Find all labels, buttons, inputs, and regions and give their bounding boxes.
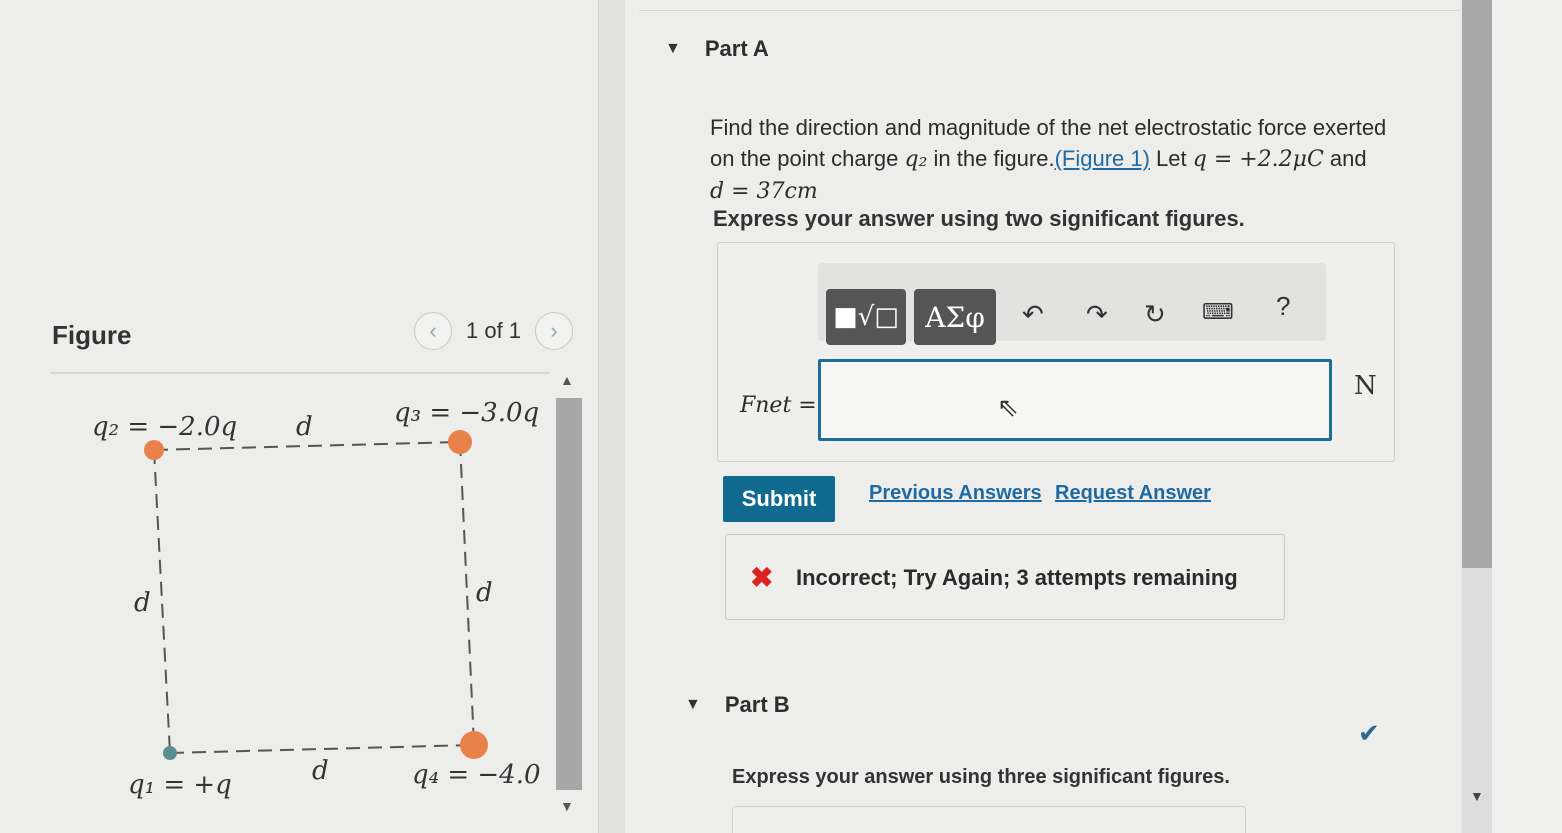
figure-scrollbar[interactable]: ▲ ▼	[556, 372, 582, 822]
question-panel: ▼ Part A Find the direction and magnitud…	[625, 0, 1460, 833]
left-side	[153, 449, 171, 754]
scroll-down-icon[interactable]: ▼	[560, 798, 574, 814]
label-d-top: d	[296, 412, 313, 442]
question-part-2: in the figure.	[927, 146, 1055, 171]
d-value: d = 37cm	[710, 179, 818, 204]
page: Figure ‹ 1 of 1 › q₂ = −2.0q d q₃ = −3.0…	[0, 0, 1562, 833]
previous-answers-link[interactable]: Previous Answers	[869, 482, 1042, 505]
scroll-up-icon[interactable]: ▲	[560, 372, 574, 388]
figure-panel: Figure ‹ 1 of 1 › q₂ = −2.0q d q₃ = −3.0…	[0, 0, 600, 833]
bottom-side	[169, 744, 475, 754]
part-b-header[interactable]: ▼ Part B	[685, 692, 790, 718]
right-margin	[1492, 0, 1562, 833]
answer-label: Fnet =	[740, 393, 817, 418]
label-q1: q₁ = +q	[128, 770, 232, 800]
chevron-left-icon[interactable]: ‹	[414, 312, 452, 350]
figure-page-count: 1 of 1	[466, 318, 522, 343]
question-q2: q₂	[904, 147, 928, 172]
label-d-left: d	[134, 588, 151, 618]
label-q4: q₄ = −4.0q	[412, 760, 540, 790]
math-toolbar: ■√□ ΑΣφ ↶ ↷ ↻ ⌨ ?	[818, 263, 1326, 345]
feedback-box: ✖ Incorrect; Try Again; 3 attempts remai…	[725, 534, 1285, 620]
charge-q4	[460, 731, 488, 759]
templates-icon[interactable]: ■√□	[826, 289, 906, 345]
label-q2: q₂ = −2.0q	[92, 412, 237, 442]
part-b-title: Part B	[724, 692, 790, 717]
figure-title: Figure	[52, 320, 132, 350]
answer-input[interactable]: ⇖	[818, 359, 1332, 441]
keyboard-icon[interactable]: ⌨	[1202, 299, 1234, 325]
checkmark-icon: ✔	[1358, 718, 1380, 748]
figure-divider	[50, 372, 550, 374]
page-scroll-thumb[interactable]	[1462, 0, 1492, 568]
undo-icon[interactable]: ↶	[1022, 299, 1044, 330]
label-q3: q₃ = −3.0q	[394, 398, 539, 428]
caret-down-icon: ▼	[685, 696, 701, 713]
question-part-4: and	[1323, 146, 1367, 171]
chevron-right-icon[interactable]: ›	[535, 312, 574, 350]
right-side	[459, 441, 475, 746]
part-a-header[interactable]: ▼ Part A	[665, 36, 769, 62]
x-mark-icon: ✖	[750, 562, 774, 593]
figure-link[interactable]: (Figure 1)	[1055, 146, 1150, 171]
redo-icon[interactable]: ↷	[1086, 299, 1108, 330]
reset-icon[interactable]: ↻	[1144, 299, 1166, 330]
feedback-message: Incorrect; Try Again; 3 attempts remaini…	[796, 565, 1238, 590]
charge-diagram: q₂ = −2.0q d q₃ = −3.0q d d d q₁ = +q q₄…	[92, 398, 540, 800]
scroll-down-icon[interactable]: ▼	[1470, 788, 1484, 804]
label-d-right: d	[476, 578, 493, 608]
question-text: Find the direction and magnitude of the …	[710, 112, 1390, 207]
request-answer-link[interactable]: Request Answer	[1055, 482, 1211, 505]
part-b-instruction: Express your answer using three signific…	[732, 766, 1230, 788]
greek-symbols-button[interactable]: ΑΣφ	[914, 289, 996, 345]
q-value: q = +2.2μC	[1192, 147, 1324, 172]
panel-splitter[interactable]	[598, 0, 625, 833]
answer-area: ■√□ ΑΣφ ↶ ↷ ↻ ⌨ ? Fnet = ⇖ N	[717, 242, 1395, 462]
question-part-3: Let	[1149, 146, 1193, 171]
top-divider	[639, 10, 1459, 11]
label-d-bottom: d	[312, 756, 329, 786]
top-side	[153, 441, 461, 451]
mouse-pointer-icon: ⇖	[997, 392, 1019, 422]
submit-button[interactable]: Submit	[723, 476, 835, 522]
page-scrollbar[interactable]: ▼	[1462, 0, 1492, 833]
scroll-thumb[interactable]	[556, 398, 582, 790]
part-b-answer-area	[732, 806, 1246, 833]
charge-q3	[448, 430, 472, 454]
caret-down-icon: ▼	[665, 40, 681, 57]
figure-pager: ‹ 1 of 1 ›	[414, 312, 574, 350]
part-a-title: Part A	[704, 36, 769, 61]
charge-q2	[144, 440, 164, 460]
charge-q1	[163, 746, 177, 760]
unit-label: N	[1354, 371, 1377, 401]
part-a-instruction: Express your answer using two significan…	[713, 206, 1245, 231]
help-button[interactable]: ?	[1276, 291, 1290, 322]
